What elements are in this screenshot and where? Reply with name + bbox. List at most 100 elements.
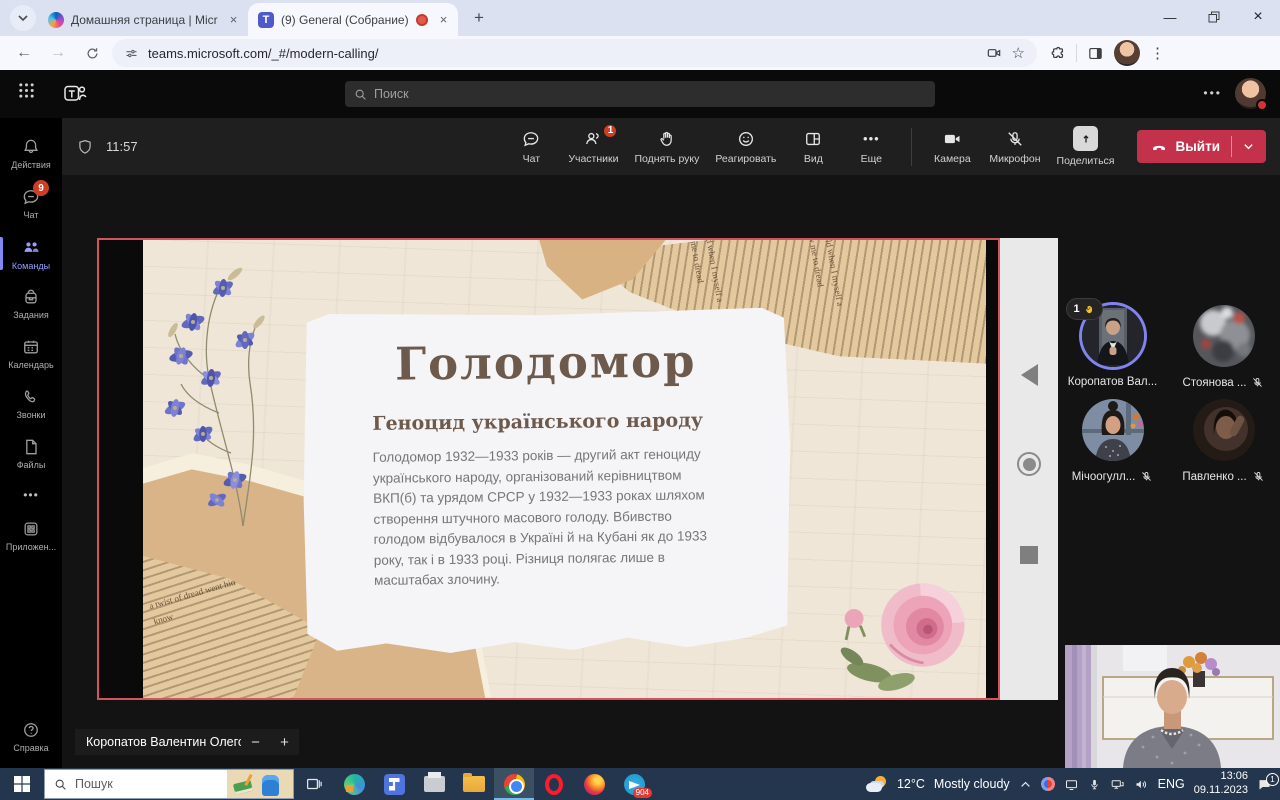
sidebar-item-assignments[interactable]: Задания: [0, 280, 62, 327]
tab-close-button[interactable]: ×: [225, 11, 242, 28]
action-center-button[interactable]: 1: [1257, 777, 1272, 792]
participant-tile[interactable]: 1 Коропатов Вал...: [1062, 305, 1163, 389]
taskbar-clock[interactable]: 13:06 09.11.2023: [1194, 770, 1248, 798]
browser-profile-avatar[interactable]: [1114, 40, 1140, 66]
taskbar-app-printer[interactable]: [414, 768, 454, 800]
more-button[interactable]: ••• Еще: [844, 122, 898, 172]
sidebar-item-calendar[interactable]: Календарь: [0, 330, 62, 377]
teacher-video-tile[interactable]: [1065, 645, 1280, 768]
weather-condition[interactable]: Mostly cloudy: [934, 777, 1010, 791]
weather-icon[interactable]: [866, 776, 888, 792]
notification-badge: 1: [1266, 773, 1279, 786]
taskbar-app-education[interactable]: [374, 768, 414, 800]
leave-divider: [1231, 136, 1232, 157]
side-panel-icon[interactable]: [1087, 45, 1104, 62]
mic-muted-icon: [1005, 129, 1025, 149]
task-view-button[interactable]: [294, 768, 334, 800]
zoom-in-button[interactable]: +: [270, 734, 299, 751]
taskbar-search-box[interactable]: Пошук: [44, 769, 294, 799]
participants-grid: 1 Коропатов Вал...: [1062, 305, 1274, 483]
app-launcher-waffle-icon[interactable]: [18, 82, 35, 99]
taskbar-telegram[interactable]: 904: [614, 768, 654, 800]
sidebar-more-dots[interactable]: •••: [23, 488, 39, 502]
teacher-video-frame: [1065, 645, 1280, 768]
tray-network-icon[interactable]: [1110, 777, 1125, 792]
start-button[interactable]: [0, 768, 44, 800]
participant-tile[interactable]: Стоянова ...: [1173, 305, 1274, 389]
sidebar-item-apps[interactable]: Приложен...: [0, 512, 62, 559]
sidebar-item-teams[interactable]: Команды: [0, 230, 62, 277]
tray-date: 09.11.2023: [1194, 784, 1248, 796]
teams-search-box[interactable]: [345, 81, 935, 107]
window-close-button[interactable]: ×: [1236, 0, 1280, 34]
weather-temp[interactable]: 12°C: [897, 777, 925, 791]
view-button[interactable]: Вид: [786, 122, 840, 172]
sidebar-item-files[interactable]: Файлы: [0, 430, 62, 477]
meeting-info: 11:57: [76, 138, 138, 156]
taskbar-file-explorer[interactable]: [454, 768, 494, 800]
new-tab-button[interactable]: +: [466, 5, 492, 31]
share-button[interactable]: Поделиться: [1051, 122, 1121, 172]
participant-name: Мічоогулл...: [1072, 471, 1136, 483]
tab-close-button[interactable]: ×: [435, 11, 452, 28]
browser-toolbar-right: ⋮: [1049, 40, 1165, 66]
react-button[interactable]: Реагировать: [709, 122, 782, 172]
window-restore-button[interactable]: [1192, 0, 1236, 34]
reload-button[interactable]: [78, 39, 106, 67]
tray-color-app-icon[interactable]: [1041, 777, 1055, 791]
leave-options-chevron[interactable]: [1243, 141, 1266, 152]
mic-button[interactable]: Микрофон: [983, 122, 1046, 172]
teams-profile-avatar[interactable]: [1235, 78, 1266, 109]
tab-search-button[interactable]: [10, 5, 36, 31]
participant-tile[interactable]: Мічоогулл...: [1062, 399, 1163, 483]
printer-icon: [424, 776, 445, 792]
hangup-icon: [1150, 138, 1168, 156]
sidebar-item-chat[interactable]: 9 Чат: [0, 180, 62, 227]
tray-mic-icon[interactable]: [1088, 778, 1101, 791]
participants-icon: [583, 129, 603, 149]
bookmark-star-icon[interactable]: ☆: [1012, 44, 1025, 62]
camera-button[interactable]: Камера: [925, 122, 979, 172]
taskbar-chrome[interactable]: [494, 768, 534, 800]
participant-tile[interactable]: Павленко ...: [1173, 399, 1274, 483]
sidebar-item-calls[interactable]: Звонки: [0, 380, 62, 427]
extensions-icon[interactable]: [1049, 45, 1066, 62]
search-icon: [54, 778, 67, 791]
mic-muted-icon: [1140, 470, 1153, 483]
shield-icon[interactable]: [76, 138, 94, 156]
tray-cast-icon[interactable]: [1064, 777, 1079, 792]
sidebar-item-activity[interactable]: Действия: [0, 130, 62, 177]
record-circle-icon[interactable]: [1017, 452, 1041, 476]
teams-search-input[interactable]: [374, 87, 926, 101]
raise-hand-button[interactable]: Поднять руку: [628, 122, 705, 172]
language-indicator[interactable]: ENG: [1158, 777, 1185, 791]
previous-slide-icon[interactable]: [1021, 364, 1038, 386]
sidebar-item-help[interactable]: Справка: [0, 713, 62, 760]
browser-tab-meeting[interactable]: T (9) General (Собрание) | Mi ×: [248, 3, 458, 36]
taskbar-app-utility[interactable]: [334, 768, 374, 800]
taskbar-firefox[interactable]: [574, 768, 614, 800]
browser-menu-kebab[interactable]: ⋮: [1150, 44, 1165, 62]
toolbar-divider: [911, 128, 912, 166]
window-minimize-button[interactable]: —: [1148, 0, 1192, 34]
mic-muted-icon: [1251, 376, 1264, 389]
back-button[interactable]: ←: [10, 39, 38, 67]
participants-button[interactable]: 1 Участники: [562, 122, 624, 172]
zoom-out-button[interactable]: −: [241, 734, 270, 751]
teams-more-menu[interactable]: •••: [1203, 86, 1222, 100]
tray-expand-chevron-icon[interactable]: [1019, 778, 1032, 791]
browser-tab-home[interactable]: Домашняя страница | Microsof ×: [38, 3, 248, 36]
restore-icon: [1208, 11, 1220, 23]
chat-unread-badge: 9: [33, 180, 49, 196]
participant-name: Павленко ...: [1182, 471, 1246, 483]
forward-button[interactable]: →: [44, 39, 72, 67]
leave-button[interactable]: Выйти: [1137, 130, 1267, 163]
stop-square-icon[interactable]: [1020, 546, 1038, 564]
tab-camera-in-use-icon[interactable]: [986, 45, 1002, 61]
tray-volume-icon[interactable]: [1134, 777, 1149, 792]
firefox-icon: [584, 774, 605, 795]
taskbar-opera[interactable]: [534, 768, 574, 800]
participant-avatar: [1193, 305, 1255, 367]
address-bar[interactable]: teams.microsoft.com/_#/modern-calling/ ☆: [112, 39, 1037, 67]
chat-button[interactable]: Чат: [504, 122, 558, 172]
